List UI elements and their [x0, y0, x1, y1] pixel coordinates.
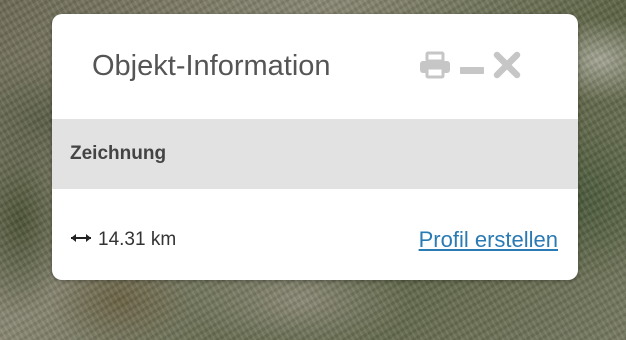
- distance-value: 14.31 km: [98, 229, 177, 250]
- section-title: Zeichnung: [70, 143, 167, 164]
- popup-header[interactable]: Objekt-Information: [52, 14, 578, 119]
- popup-header-icons: [418, 50, 528, 85]
- object-info-popup: Objekt-Information Zeichnung 14.31 km Pr…: [52, 14, 578, 280]
- distance-display: 14.31 km: [70, 229, 176, 251]
- print-icon[interactable]: [418, 50, 452, 85]
- horizontal-arrow-icon: [70, 227, 92, 249]
- section-header: Zeichnung: [52, 119, 578, 189]
- create-profile-link[interactable]: Profil erstellen: [419, 227, 558, 253]
- minimize-icon[interactable]: [458, 50, 486, 85]
- popup-title: Objekt-Information: [92, 50, 331, 82]
- measurement-row: 14.31 km Profil erstellen: [52, 189, 578, 280]
- close-icon[interactable]: [492, 50, 522, 85]
